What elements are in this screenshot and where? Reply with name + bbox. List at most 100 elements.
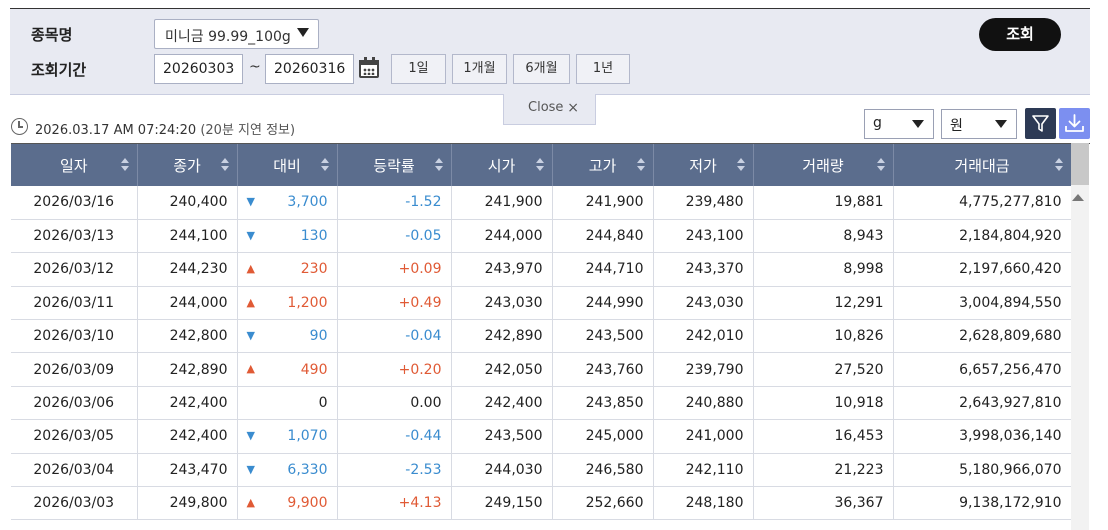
row-date: 2026/03/05	[11, 419, 138, 454]
period-1day-button[interactable]: 1일	[391, 54, 446, 84]
clock-icon	[11, 118, 28, 135]
row-volume: 21,223	[753, 453, 894, 488]
row-rate: -1.52	[337, 186, 452, 220]
row-open: 242,890	[451, 319, 553, 354]
row-volume: 8,943	[753, 219, 894, 254]
row-change: ▲ 490	[237, 352, 338, 387]
close-label: Close	[528, 100, 564, 115]
up-arrow-icon: ▲	[246, 496, 255, 510]
row-low: 248,180	[653, 486, 754, 521]
col-header-volume[interactable]: 거래량	[753, 144, 894, 186]
item-select[interactable]: 미니금 99.99_100g	[154, 19, 319, 49]
row-rate: -2.53	[337, 453, 452, 488]
row-low: 243,100	[653, 219, 754, 254]
row-high: 246,580	[552, 453, 654, 488]
row-volume: 12,291	[753, 286, 894, 321]
currency-unit-select[interactable]: 원	[941, 109, 1017, 139]
row-amount: 6,657,256,470	[893, 352, 1072, 387]
timestamp: 2026.03.17 AM 07:24:20 (20분 지연 정보)	[35, 119, 295, 138]
row-low: 242,010	[653, 319, 754, 354]
row-close: 249,800	[137, 486, 238, 521]
row-amount: 2,184,804,920	[893, 219, 1072, 254]
currency-unit-value: 원	[950, 118, 963, 134]
row-high: 244,840	[552, 219, 654, 254]
sort-icon	[736, 158, 745, 172]
row-date: 2026/03/16	[11, 186, 138, 220]
row-amount: 2,197,660,420	[893, 252, 1072, 287]
up-arrow-icon: ▲	[246, 362, 255, 376]
table-row: 2026/03/11 244,000 ▲ 1,200 +0.49 243,030 244,9…	[11, 286, 1072, 321]
period-1month-button[interactable]: 1개월	[452, 54, 507, 84]
col-header-rate[interactable]: 등락률	[337, 144, 452, 186]
scroll-up-icon[interactable]	[1072, 194, 1084, 201]
down-arrow-icon: ▼	[246, 228, 255, 242]
date-to-input[interactable]: 20260316	[265, 54, 354, 84]
close-icon: ×	[567, 100, 579, 116]
col-header-open[interactable]: 시가	[451, 144, 553, 186]
row-change: ▼ 90	[237, 319, 338, 354]
row-change: ▼ 1,070	[237, 419, 338, 454]
row-amount: 3,004,894,550	[893, 286, 1072, 321]
up-arrow-icon: ▲	[246, 295, 255, 309]
row-volume: 10,918	[753, 386, 894, 421]
table-row: 2026/03/10 242,800 ▼ 90 -0.04 242,890 243,500 2…	[11, 319, 1072, 354]
row-volume: 16,453	[753, 419, 894, 454]
col-header-amount[interactable]: 거래대금	[893, 144, 1072, 186]
table-scrollbar[interactable]	[1071, 143, 1089, 530]
col-header-low[interactable]: 저가	[653, 144, 754, 186]
row-open: 243,030	[451, 286, 553, 321]
calendar-icon[interactable]	[356, 56, 382, 82]
row-change: ▼ 130	[237, 219, 338, 254]
row-close: 242,890	[137, 352, 238, 387]
row-change: ▼ 3,700	[237, 186, 338, 220]
row-change: 0	[237, 386, 338, 421]
dropdown-arrow-icon	[912, 120, 924, 128]
price-table-container: 일자 종가 대비 등락률 시가 고가 저가 거래량 거래대금 2026/03/1…	[11, 143, 1090, 530]
period-1year-button[interactable]: 1년	[576, 54, 630, 84]
item-select-value: 미니금 99.99_100g	[165, 29, 291, 45]
sort-icon	[876, 158, 885, 172]
date-from-input[interactable]: 20260303	[154, 54, 243, 84]
row-open: 242,050	[451, 352, 553, 387]
row-open: 242,400	[451, 386, 553, 421]
weight-unit-value: g	[873, 115, 882, 131]
sort-icon	[320, 158, 329, 172]
row-date: 2026/03/10	[11, 319, 138, 354]
row-amount: 2,643,927,810	[893, 386, 1072, 421]
table-row: 2026/03/12 244,230 ▲ 230 +0.09 243,970 244,710…	[11, 252, 1072, 287]
row-high: 244,710	[552, 252, 654, 287]
sort-icon	[220, 158, 229, 172]
item-name-label: 종목명	[31, 26, 73, 44]
row-close: 244,100	[137, 219, 238, 254]
close-panel-button[interactable]: Close ×	[503, 94, 596, 125]
row-open: 243,500	[451, 419, 553, 454]
col-header-date[interactable]: 일자	[11, 144, 138, 186]
col-header-close[interactable]: 종가	[137, 144, 238, 186]
scrollbar-thumb[interactable]	[1071, 143, 1089, 185]
row-rate: +4.13	[337, 486, 452, 521]
row-date: 2026/03/13	[11, 219, 138, 254]
filter-button[interactable]	[1025, 108, 1056, 139]
row-rate: -0.05	[337, 219, 452, 254]
row-change: ▲ 9,900	[237, 486, 338, 521]
table-body: 2026/03/16 240,400 ▼ 3,700 -1.52 241,900 241,9…	[11, 186, 1072, 521]
row-low: 243,030	[653, 286, 754, 321]
row-high: 245,000	[552, 419, 654, 454]
col-header-high[interactable]: 고가	[552, 144, 654, 186]
row-low: 239,480	[653, 186, 754, 220]
sort-icon	[120, 158, 129, 172]
query-button[interactable]: 조회	[979, 18, 1061, 51]
row-close: 240,400	[137, 186, 238, 220]
period-6month-button[interactable]: 6개월	[513, 54, 570, 84]
row-rate: -0.04	[337, 319, 452, 354]
table-row: 2026/03/13 244,100 ▼ 130 -0.05 244,000 244,840…	[11, 219, 1072, 254]
down-arrow-icon: ▼	[246, 329, 255, 343]
row-high: 243,500	[552, 319, 654, 354]
table-row: 2026/03/04 243,470 ▼ 6,330 -2.53 244,030 246,5…	[11, 453, 1072, 488]
table-row: 2026/03/06 242,400 0 0.00 242,400 243,850 240,…	[11, 386, 1072, 421]
weight-unit-select[interactable]: g	[864, 109, 934, 139]
col-header-change[interactable]: 대비	[237, 144, 338, 186]
row-volume: 27,520	[753, 352, 894, 387]
row-date: 2026/03/03	[11, 486, 138, 521]
download-button[interactable]	[1059, 108, 1090, 139]
